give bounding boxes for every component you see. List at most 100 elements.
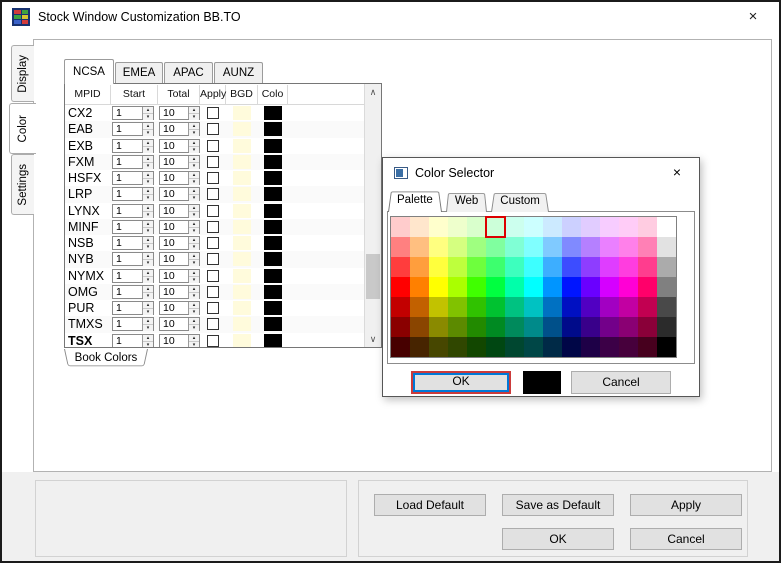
palette-cell[interactable]	[581, 297, 600, 317]
palette-cell[interactable]	[429, 217, 448, 237]
palette-cell[interactable]	[543, 237, 562, 257]
palette-cell[interactable]	[505, 297, 524, 317]
spinner-down-icon[interactable]: ▾	[189, 114, 199, 120]
palette-cell[interactable]	[429, 337, 448, 357]
palette-cell[interactable]	[410, 297, 429, 317]
palette-cell[interactable]	[581, 217, 600, 237]
apply-checkbox[interactable]	[207, 123, 219, 135]
spinner-up-icon[interactable]: ▴	[143, 221, 153, 228]
palette-cell[interactable]	[410, 337, 429, 357]
spinner-down-icon[interactable]: ▾	[143, 228, 153, 234]
scrollbar-thumb[interactable]	[366, 254, 380, 299]
bgd-swatch[interactable]	[233, 106, 251, 120]
palette-cell[interactable]	[581, 317, 600, 337]
spinner-down-icon[interactable]: ▾	[189, 309, 199, 315]
apply-checkbox[interactable]	[207, 286, 219, 298]
palette-cell[interactable]	[562, 337, 581, 357]
palette-cell[interactable]	[638, 277, 657, 297]
color-swatch[interactable]	[264, 106, 282, 120]
color-swatch[interactable]	[264, 139, 282, 153]
bgd-swatch[interactable]	[233, 252, 251, 266]
spinner-up-icon[interactable]: ▴	[143, 335, 153, 342]
total-spinner[interactable]: 10▴▾	[159, 285, 200, 299]
total-spinner[interactable]: 10▴▾	[159, 334, 200, 347]
tab-color[interactable]: Color	[9, 103, 36, 154]
spinner-down-icon[interactable]: ▾	[189, 195, 199, 201]
color-swatch[interactable]	[264, 155, 282, 169]
spinner-up-icon[interactable]: ▴	[143, 172, 153, 179]
scroll-up-icon[interactable]: ∧	[365, 84, 381, 100]
load-default-button[interactable]: Load Default	[374, 494, 486, 516]
palette-cell[interactable]	[486, 297, 505, 317]
spinner-up-icon[interactable]: ▴	[189, 335, 199, 342]
spinner-up-icon[interactable]: ▴	[143, 156, 153, 163]
palette-cell[interactable]	[448, 237, 467, 257]
spinner-down-icon[interactable]: ▾	[143, 179, 153, 185]
tab-custom[interactable]: Custom	[491, 191, 549, 212]
ok-button[interactable]: OK	[502, 528, 614, 550]
apply-checkbox[interactable]	[207, 335, 219, 347]
palette-cell[interactable]	[524, 317, 543, 337]
tab-apac[interactable]: APAC	[164, 62, 213, 83]
spinner-down-icon[interactable]: ▾	[143, 130, 153, 136]
palette-cell[interactable]	[486, 237, 505, 257]
palette-cell[interactable]	[524, 217, 543, 237]
spinner-up-icon[interactable]: ▴	[143, 237, 153, 244]
dialog-cancel-button[interactable]: Cancel	[571, 371, 671, 394]
spinner-down-icon[interactable]: ▾	[189, 179, 199, 185]
palette-cell[interactable]	[657, 317, 676, 337]
color-swatch[interactable]	[264, 122, 282, 136]
bgd-swatch[interactable]	[233, 139, 251, 153]
color-swatch[interactable]	[264, 285, 282, 299]
total-spinner[interactable]: 10▴▾	[159, 155, 200, 169]
spinner-up-icon[interactable]: ▴	[189, 221, 199, 228]
palette-cell[interactable]	[638, 217, 657, 237]
spinner-down-icon[interactable]: ▾	[143, 309, 153, 315]
dialog-close-icon[interactable]: ×	[665, 162, 689, 182]
palette-cell[interactable]	[467, 217, 486, 237]
palette-cell[interactable]	[619, 297, 638, 317]
palette-cell[interactable]	[600, 217, 619, 237]
spinner-up-icon[interactable]: ▴	[143, 253, 153, 260]
bgd-swatch[interactable]	[233, 122, 251, 136]
cancel-button[interactable]: Cancel	[630, 528, 742, 550]
spinner-down-icon[interactable]: ▾	[143, 163, 153, 169]
spinner-down-icon[interactable]: ▾	[143, 293, 153, 299]
palette-cell[interactable]	[562, 217, 581, 237]
color-swatch[interactable]	[264, 317, 282, 331]
apply-checkbox[interactable]	[207, 270, 219, 282]
palette-cell[interactable]	[505, 317, 524, 337]
palette-cell[interactable]	[410, 277, 429, 297]
spinner-down-icon[interactable]: ▾	[189, 228, 199, 234]
start-spinner[interactable]: 1▴▾	[112, 122, 154, 136]
bgd-swatch[interactable]	[233, 220, 251, 234]
palette-cell[interactable]	[505, 257, 524, 277]
tab-palette[interactable]: Palette	[388, 189, 442, 212]
palette-cell[interactable]	[600, 337, 619, 357]
palette-cell[interactable]	[448, 257, 467, 277]
bgd-swatch[interactable]	[233, 171, 251, 185]
spinner-down-icon[interactable]: ▾	[189, 293, 199, 299]
palette-cell[interactable]	[391, 337, 410, 357]
tab-ncsa[interactable]: NCSA	[64, 59, 114, 84]
spinner-down-icon[interactable]: ▾	[189, 147, 199, 153]
start-spinner[interactable]: 1▴▾	[112, 106, 154, 120]
palette-cell[interactable]	[562, 297, 581, 317]
spinner-up-icon[interactable]: ▴	[143, 302, 153, 309]
start-spinner[interactable]: 1▴▾	[112, 139, 154, 153]
spinner-up-icon[interactable]: ▴	[189, 188, 199, 195]
tab-display[interactable]: Display	[11, 45, 34, 102]
palette-cell[interactable]	[391, 217, 410, 237]
spinner-up-icon[interactable]: ▴	[189, 205, 199, 212]
color-swatch[interactable]	[264, 301, 282, 315]
palette-cell[interactable]	[600, 237, 619, 257]
spinner-down-icon[interactable]: ▾	[143, 114, 153, 120]
color-swatch[interactable]	[264, 334, 282, 347]
apply-checkbox[interactable]	[207, 318, 219, 330]
bgd-swatch[interactable]	[233, 155, 251, 169]
palette-cell[interactable]	[619, 237, 638, 257]
spinner-down-icon[interactable]: ▾	[189, 163, 199, 169]
palette-cell[interactable]	[486, 217, 505, 237]
color-swatch[interactable]	[264, 269, 282, 283]
total-spinner[interactable]: 10▴▾	[159, 252, 200, 266]
